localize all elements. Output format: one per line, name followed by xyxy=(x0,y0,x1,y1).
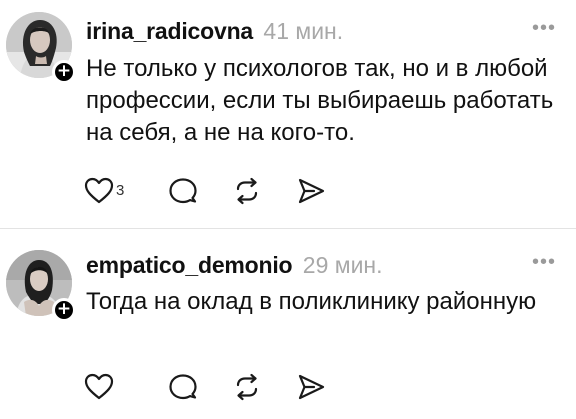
comment-button[interactable] xyxy=(168,176,198,206)
repost-icon xyxy=(236,177,258,205)
like-count: 3 xyxy=(116,182,125,199)
repost-icon xyxy=(236,373,258,401)
username[interactable]: irina_radicovna xyxy=(86,18,253,44)
username[interactable]: empatico_demonio xyxy=(86,252,293,278)
share-icon xyxy=(298,374,325,400)
timestamp: 41 мин. xyxy=(263,18,344,44)
comment-text: Не только у психологов так, но и в любой… xyxy=(86,55,554,146)
comment-post: + empatico_demonio 29 мин. ••• Тогда на … xyxy=(0,229,576,419)
repost-button[interactable] xyxy=(232,372,262,402)
comment-icon xyxy=(169,178,197,204)
comment-icon xyxy=(169,374,197,400)
more-options-icon[interactable]: ••• xyxy=(526,252,562,272)
heart-icon xyxy=(84,373,114,400)
share-icon xyxy=(298,178,325,204)
comment-post: + irina_radicovna 41 мин. ••• Не только … xyxy=(0,0,576,228)
follow-plus-icon[interactable]: + xyxy=(52,298,76,322)
comment-text: Тогда на оклад в поликлинику районную xyxy=(86,288,537,315)
repost-button[interactable] xyxy=(232,176,262,206)
post-meta: empatico_demonio 29 мин. xyxy=(86,251,383,279)
avatar-container[interactable]: + xyxy=(6,12,76,84)
follow-plus-icon[interactable]: + xyxy=(52,60,76,84)
like-button[interactable]: 3 xyxy=(84,176,132,206)
timestamp: 29 мин. xyxy=(302,252,383,278)
post-meta: irina_radicovna 41 мин. xyxy=(86,17,343,45)
avatar-container[interactable]: + xyxy=(6,250,76,322)
like-button[interactable] xyxy=(84,372,132,402)
comment-button[interactable] xyxy=(168,372,198,402)
more-options-icon[interactable]: ••• xyxy=(526,18,562,38)
share-button[interactable] xyxy=(296,372,326,402)
heart-icon xyxy=(84,177,114,204)
share-button[interactable] xyxy=(296,176,326,206)
